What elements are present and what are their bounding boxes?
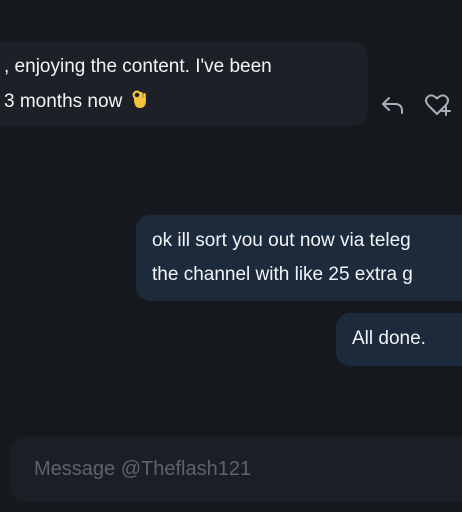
heart-plus-icon[interactable] [422,90,452,120]
message-text-line: , enjoying the content. I've been [4,56,272,77]
chat-view: , enjoying the content. I've been 3 mont… [0,0,462,512]
message-actions [378,90,452,120]
message-text: 3 months now [4,91,123,112]
incoming-message-bubble[interactable]: , enjoying the content. I've been 3 mont… [0,42,368,126]
message-text-line: the channel with like 25 extra g [152,264,413,285]
message-input[interactable] [10,436,462,502]
message-text-line: All done. [352,328,426,349]
message-composer [10,436,462,502]
outgoing-message-bubble[interactable]: ok ill sort you out now via teleg the ch… [136,215,462,301]
outgoing-message-bubble[interactable]: All done. [336,313,462,366]
message-text-line: ok ill sort you out now via teleg [152,230,411,251]
reply-icon[interactable] [378,90,408,120]
message-text-line: 3 months now [4,84,368,119]
ok-hand-emoji-icon [132,84,148,118]
